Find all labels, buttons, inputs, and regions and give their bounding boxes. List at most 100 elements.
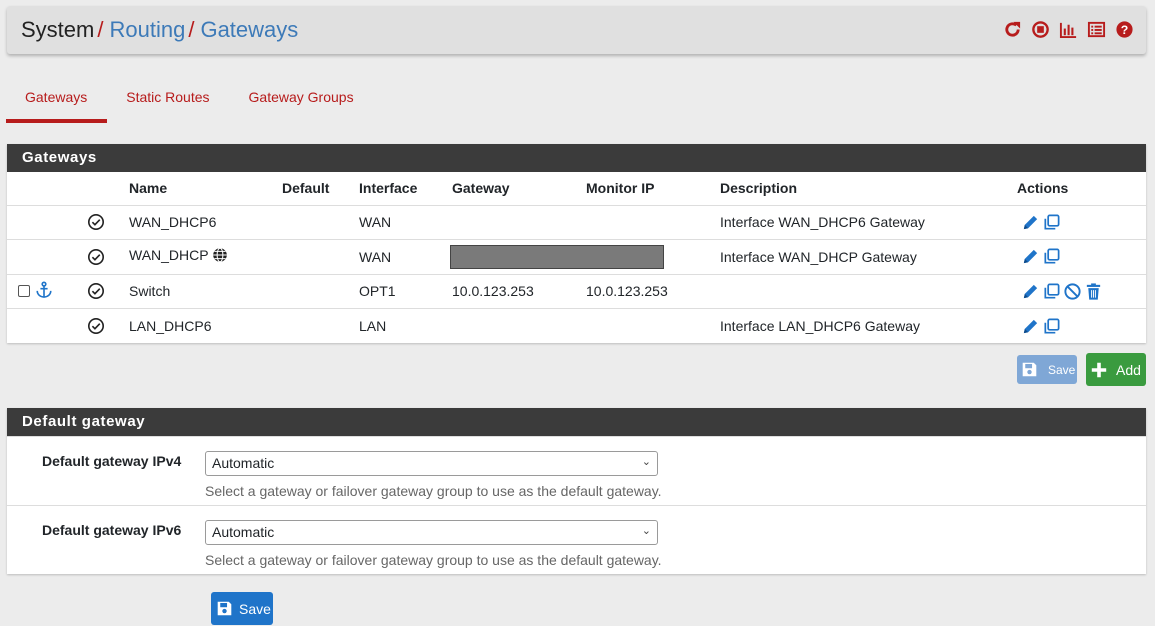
gateway-default: [282, 308, 359, 343]
redacted-address: [450, 244, 664, 269]
add-gateway-button[interactable]: Add: [1086, 353, 1146, 386]
save-button[interactable]: Save: [211, 592, 273, 625]
gateway-monitor-ip: 10.0.123.253: [586, 273, 720, 309]
status-column-header: [87, 172, 129, 205]
edit-pencil-icon[interactable]: [1021, 213, 1040, 232]
copy-icon[interactable]: [1042, 247, 1061, 266]
column-header-monitor-ip: Monitor IP: [586, 180, 655, 197]
table-header-row: Name Default Interface Gateway Monitor I…: [7, 172, 1146, 205]
gateway-monitor-ip: [586, 308, 720, 343]
help-icon[interactable]: ?: [1115, 20, 1134, 39]
ipv6-label: Default gateway IPv6: [42, 522, 182, 538]
plus-icon: [1090, 361, 1108, 379]
gateway-address-cell: [450, 239, 720, 274]
copy-icon[interactable]: [1042, 213, 1061, 232]
row-select-cell: [7, 239, 87, 274]
gateway-default: [282, 204, 359, 240]
add-label: Add: [1116, 361, 1141, 378]
table-row: LAN_DHCP6 LAN Interface LAN_DHCP6 Gatewa…: [7, 308, 1146, 343]
status-cell: [87, 273, 129, 309]
save-order-label: Save: [1048, 362, 1076, 377]
chevron-down-icon: ⌄: [641, 525, 651, 537]
copy-icon[interactable]: [1042, 282, 1061, 301]
status-cell: [87, 308, 129, 343]
list-icon[interactable]: [1087, 20, 1106, 39]
anchor-icon[interactable]: [35, 281, 53, 302]
edit-pencil-icon[interactable]: [1021, 247, 1040, 266]
gateway-description: Interface LAN_DHCP6 Gateway: [720, 308, 1017, 343]
ipv4-label: Default gateway IPv4: [42, 453, 182, 469]
gateway-description: Interface WAN_DHCP6 Gateway: [720, 204, 1017, 240]
column-header-description: Description: [720, 180, 798, 197]
ipv6-gateway-select[interactable]: Automatic ⌄: [205, 520, 658, 545]
save-disk-icon: [216, 600, 233, 617]
ipv6-help-text: Select a gateway or failover gateway gro…: [205, 552, 662, 568]
breadcrumb-separator: /: [188, 17, 195, 42]
chart-icon[interactable]: [1059, 20, 1078, 39]
breadcrumb: System / Routing / Gateways: [21, 17, 298, 43]
gateway-name: WAN_DHCP: [129, 247, 209, 264]
check-circle-icon: [87, 282, 129, 300]
actions-cell: [1017, 308, 1146, 343]
column-header-actions: Actions: [1017, 180, 1069, 197]
table-row: Switch OPT1 10.0.123.253 10.0.123.253: [7, 273, 1146, 309]
edit-pencil-icon[interactable]: [1021, 282, 1040, 301]
breadcrumb-gateways[interactable]: Gateways: [200, 17, 298, 42]
breadcrumb-system: System: [21, 17, 95, 42]
column-header-gateway: Gateway: [452, 180, 510, 197]
gateway-interface: OPT1: [359, 273, 452, 309]
default-gateway-panel: Default gateway Default gateway IPv4 Aut…: [7, 408, 1146, 574]
row-select-cell: [7, 273, 87, 309]
actions-cell: [1017, 239, 1146, 274]
column-header-interface: Interface: [359, 180, 418, 197]
tab-static-routes[interactable]: Static Routes: [107, 78, 229, 123]
gateway-description: [720, 273, 1017, 309]
status-cell: [87, 239, 129, 274]
select-column-header: [7, 172, 87, 205]
column-header-name: Name: [129, 180, 168, 197]
table-row: WAN_DHCP WAN Interface WAN_DHCP Gateway: [7, 239, 1146, 274]
check-circle-icon: [87, 317, 129, 335]
ipv4-help-text: Select a gateway or failover gateway gro…: [205, 483, 662, 499]
reload-icon[interactable]: [1003, 20, 1022, 39]
status-cell: [87, 204, 129, 240]
breadcrumb-routing[interactable]: Routing: [109, 17, 185, 42]
delete-trash-icon[interactable]: [1084, 282, 1103, 301]
stop-icon[interactable]: [1031, 20, 1050, 39]
copy-icon[interactable]: [1042, 317, 1061, 336]
default-gateway-panel-title: Default gateway: [7, 408, 1146, 436]
save-order-button[interactable]: Save: [1017, 355, 1077, 384]
check-circle-icon: [87, 248, 129, 266]
tab-gateway-groups[interactable]: Gateway Groups: [230, 78, 374, 123]
actions-cell: [1017, 204, 1146, 240]
disable-ban-icon[interactable]: [1063, 282, 1082, 301]
gateway-interface: WAN: [359, 204, 452, 240]
edit-pencil-icon[interactable]: [1021, 317, 1040, 336]
gateway-address: 10.0.123.253: [452, 273, 586, 309]
page-header: System / Routing / Gateways ?: [7, 6, 1146, 54]
gateway-default: [282, 273, 359, 309]
column-header-default: Default: [282, 180, 330, 197]
gateways-panel: Gateways Name Default Interface Gateway …: [7, 144, 1146, 343]
gateway-monitor-ip: [586, 204, 720, 240]
ipv4-gateway-select[interactable]: Automatic ⌄: [205, 451, 658, 476]
row-select-cell: [7, 308, 87, 343]
breadcrumb-separator: /: [97, 17, 104, 42]
ipv6-form-row: Default gateway IPv6 Automatic ⌄ Select …: [7, 505, 1146, 574]
svg-text:?: ?: [1121, 23, 1129, 37]
gateway-interface: LAN: [359, 308, 452, 343]
gateway-name: Switch: [129, 273, 282, 309]
ipv4-form-row: Default gateway IPv4 Automatic ⌄ Select …: [7, 436, 1146, 505]
tab-bar: Gateways Static Routes Gateway Groups: [6, 78, 374, 123]
header-toolbar: ?: [1003, 20, 1134, 39]
gateway-default: [282, 239, 359, 274]
actions-cell: [1017, 273, 1146, 309]
tab-gateways[interactable]: Gateways: [6, 78, 108, 123]
row-checkbox[interactable]: [18, 285, 30, 298]
ipv6-selected-value: Automatic: [212, 524, 275, 540]
gateway-address: [452, 204, 586, 240]
chevron-down-icon: ⌄: [641, 456, 651, 468]
ipv4-selected-value: Automatic: [212, 455, 275, 471]
check-circle-icon: [87, 213, 129, 231]
table-row: WAN_DHCP6 WAN Interface WAN_DHCP6 Gatewa…: [7, 204, 1146, 240]
